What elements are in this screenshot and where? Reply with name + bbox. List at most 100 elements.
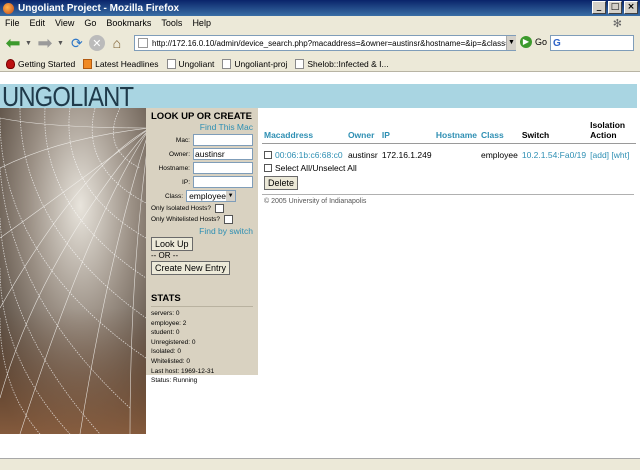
back-icon[interactable]: ⬅ [4,33,22,53]
create-new-entry-button[interactable]: Create New Entry [151,261,231,275]
bookmark-label: Ungoliant-proj [234,58,288,69]
bookmark-ungoliant[interactable]: Ungoliant [166,58,215,69]
col-hostname[interactable]: Hostname [434,120,479,144]
page-icon [138,38,148,48]
find-by-switch-link[interactable]: Find by switch [151,226,253,236]
switch-link[interactable]: 10.2.1.54:Fa0/19 [522,150,586,160]
lookup-sidebar: LOOK UP OR CREATE Find This Mac Mac: Own… [146,108,258,384]
only-whitelisted-checkbox[interactable] [224,215,233,224]
stats-servers: servers: 0 [151,310,180,317]
col-isolation-action: Isolation Action [590,120,626,140]
mac-row: Mac: [151,134,253,146]
cell-switch: 10.2.1.54:Fa0/19 [520,146,588,160]
bookmark-shelob[interactable]: Shelob::Infected & I... [295,58,389,69]
menu-file[interactable]: File [5,18,20,28]
cell-macaddress: 00:06:1b:c6:68:c0 [262,146,346,160]
google-icon: G [553,37,561,49]
owner-label: Owner: [169,150,190,158]
hostname-input[interactable] [193,162,253,174]
add-link[interactable]: [add] [590,150,609,160]
reload-icon[interactable]: ⟳ [68,34,86,52]
menu-bookmarks[interactable]: Bookmarks [106,18,151,28]
only-whitelisted-row: Only Whitelisted Hosts? [151,215,253,224]
hostname-row: Hostname: [151,162,253,174]
col-class[interactable]: Class [479,120,520,144]
menu-bar: File Edit View Go Bookmarks Tools Help ✻ [0,16,640,30]
maximize-button[interactable]: □ [608,1,622,14]
menu-go[interactable]: Go [84,18,96,28]
page-icon [222,58,232,69]
lookup-button[interactable]: Look Up [151,237,193,251]
class-row: Class: employee ▼ [151,190,253,202]
class-select-value: employee [189,191,226,201]
mac-input[interactable] [193,134,253,146]
select-all-row: Select All/Unselect All [262,163,636,173]
only-isolated-checkbox[interactable] [214,204,224,213]
home-icon[interactable]: ⌂ [108,34,126,52]
ip-row: IP: [151,176,253,188]
bookmark-label: Ungoliant [178,58,215,69]
cell-class: employee [481,149,518,160]
mac-link[interactable]: 00:06:1b:c6:68:c0 [275,150,343,160]
col-switch: Switch [521,130,550,140]
menu-tools[interactable]: Tools [161,18,182,28]
url-text: http://172.16.0.10/admin/device_search.p… [152,38,516,48]
stats-divider [151,306,253,307]
go-icon: ▶ [520,36,532,48]
window-title: Ungoliant Project - Mozilla Firefox [18,2,180,14]
rss-icon [83,58,93,69]
results-table: Macaddress Owner IP Hostname Class Switc… [262,120,636,160]
stats-last-host: Last host: 1969-12-31 [151,367,215,375]
stats-whitelisted: Whitelisted: 0 [151,357,191,365]
cell-isolation-action: [add] [wht] [588,146,636,160]
sidebar-title: LOOK UP OR CREATE [151,111,252,122]
delete-button[interactable]: Delete [264,175,299,190]
bookmark-ungoliant-proj[interactable]: Ungoliant-proj [222,58,288,69]
ip-input[interactable] [193,176,253,188]
only-isolated-label: Only Isolated Hosts? [151,205,211,212]
bookmark-label: Getting Started [18,58,76,69]
bookmark-label: Latest Headlines [95,58,159,69]
window-titlebar: Ungoliant Project - Mozilla Firefox _ □ … [0,0,640,16]
table-row: 00:06:1b:c6:68:c0 austinsr 172.16.1.249 … [262,146,636,160]
or-separator: -- OR -- [151,251,179,260]
firefox-bookmark-icon [6,58,15,69]
stats-employee: employee: 2 [151,319,187,327]
whitelist-link[interactable]: [wht] [611,150,629,160]
bookmark-getting-started[interactable]: Getting Started [6,58,76,69]
owner-row: Owner: [151,148,253,160]
bookmark-latest-headlines[interactable]: Latest Headlines [83,58,159,69]
owner-input[interactable] [193,148,253,160]
class-select[interactable]: employee ▼ [186,190,237,202]
col-owner[interactable]: Owner [346,120,380,144]
menu-view[interactable]: View [55,18,74,28]
cell-owner: austinsr [347,149,378,160]
bookmark-label: Shelob::Infected & I... [307,58,389,69]
web-page: UNGOLIANT LOOK UP OR CREATE Find This Ma… [0,72,640,470]
throbber-icon: ✻ [612,18,622,30]
class-label: Class: [165,192,184,200]
go-button[interactable]: ▶ Go [520,36,547,48]
close-button[interactable]: × [624,1,638,14]
row-checkbox[interactable] [264,150,272,159]
forward-icon[interactable]: ➡ [36,33,54,53]
stats-isolated: Isolated: 0 [151,348,181,356]
search-input[interactable]: G [550,35,634,51]
forward-dropdown-icon[interactable]: ▼ [57,40,64,47]
back-dropdown-icon[interactable]: ▼ [25,40,32,47]
col-ip[interactable]: IP [380,120,434,144]
address-dropdown-icon[interactable]: ▼ [506,36,516,50]
menu-edit[interactable]: Edit [30,18,46,28]
cell-hostname [434,146,479,160]
bookmarks-toolbar: Getting Started Latest Headlines Ungolia… [0,56,640,72]
go-label: Go [535,37,548,47]
col-macaddress[interactable]: Macaddress [262,120,346,144]
minimize-button[interactable]: _ [592,1,606,14]
stop-icon[interactable]: ✕ [88,35,105,51]
address-bar[interactable]: http://172.16.0.10/admin/device_search.p… [134,35,516,51]
find-this-mac-link[interactable]: Find This Mac [151,122,253,132]
status-bar [0,458,640,470]
chevron-down-icon: ▼ [226,191,236,201]
menu-help[interactable]: Help [192,18,211,28]
select-all-checkbox[interactable] [264,163,272,172]
